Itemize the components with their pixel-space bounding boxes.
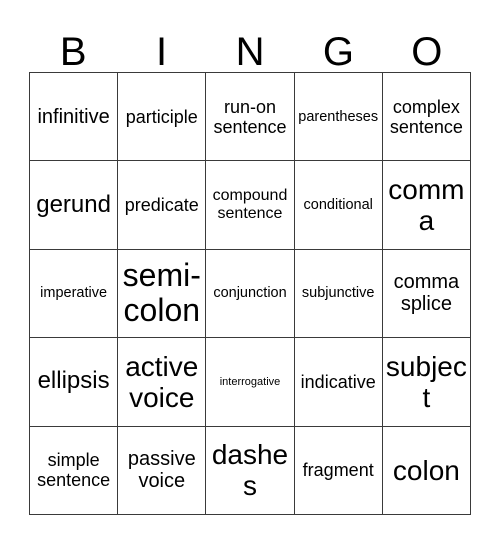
bingo-cell-label: dashes bbox=[211, 438, 289, 502]
bingo-cell-r4-c5[interactable]: subject bbox=[382, 338, 471, 427]
bingo-cell-r2-c1[interactable]: gerund bbox=[30, 161, 119, 250]
bingo-cell-r3-c5[interactable]: comma splice bbox=[382, 249, 471, 339]
bingo-cell-label: ellipsis bbox=[37, 367, 110, 395]
bingo-cell-label: semi-colon bbox=[122, 256, 201, 329]
bingo-cell-r5-c1[interactable]: simple sentence bbox=[30, 426, 119, 515]
bingo-cell-r3-c4[interactable]: subjunctive bbox=[294, 249, 383, 339]
bingo-cell-label: parentheses bbox=[298, 108, 379, 125]
bingo-cell-label: colon bbox=[392, 454, 460, 486]
bingo-header-row: B I N G O bbox=[29, 18, 471, 72]
bingo-cell-label: gerund bbox=[36, 190, 111, 218]
bingo-cell-r1-c3[interactable]: run-on sentence bbox=[206, 73, 295, 162]
bingo-grid: infinitive participle run-on sentence paren… bbox=[29, 72, 471, 515]
bingo-cell-label: comma splice bbox=[393, 271, 460, 316]
bingo-card: B I N G O infinitive participle run-on sen… bbox=[0, 0, 500, 544]
bingo-cell-label: complex sentence bbox=[389, 96, 463, 137]
bingo-cell-label: interrogative bbox=[219, 375, 281, 388]
bingo-header-letter-g: G bbox=[294, 18, 382, 72]
bingo-cell-r5-c5[interactable]: colon bbox=[382, 426, 471, 515]
bingo-header-letter-b: B bbox=[29, 18, 117, 72]
header-letter-text: I bbox=[156, 30, 168, 74]
bingo-cell-label: run-on sentence bbox=[213, 96, 287, 137]
bingo-cell-r3-c3[interactable]: conjunction bbox=[206, 249, 295, 339]
bingo-cell-label: indicative bbox=[300, 371, 376, 392]
bingo-cell-r1-c5[interactable]: complex sentence bbox=[382, 73, 471, 162]
bingo-cell-label: passive voice bbox=[127, 447, 196, 493]
bingo-cell-r5-c4[interactable]: fragment bbox=[294, 426, 383, 515]
bingo-cell-r2-c5[interactable]: comma bbox=[382, 161, 471, 250]
bingo-cell-r4-c3[interactable]: interrogative bbox=[206, 338, 295, 427]
bingo-cell-r5-c3[interactable]: dashes bbox=[206, 426, 295, 515]
bingo-cell-label: conjunction bbox=[213, 285, 287, 302]
bingo-cell-label: conditional bbox=[303, 196, 373, 213]
header-letter-text: G bbox=[322, 30, 354, 74]
bingo-cell-r2-c2[interactable]: predicate bbox=[118, 161, 207, 250]
bingo-cell-label: subjunctive bbox=[301, 285, 375, 302]
bingo-cell-label: imperative bbox=[40, 285, 108, 302]
header-letter-text: N bbox=[235, 30, 265, 74]
bingo-cell-r4-c2[interactable]: active voice bbox=[118, 338, 207, 427]
bingo-cell-label: fragment bbox=[302, 460, 374, 481]
bingo-header-letter-i: I bbox=[117, 18, 205, 72]
bingo-cell-r2-c4[interactable]: conditional bbox=[294, 161, 383, 250]
bingo-cell-r3-c2[interactable]: semi-colon bbox=[118, 249, 207, 339]
bingo-cell-r5-c2[interactable]: passive voice bbox=[118, 426, 207, 515]
bingo-cell-r1-c2[interactable]: participle bbox=[118, 73, 207, 162]
bingo-cell-label: simple sentence bbox=[37, 450, 111, 491]
bingo-cell-r4-c1[interactable]: ellipsis bbox=[30, 338, 119, 427]
bingo-cell-label: infinitive bbox=[37, 105, 110, 128]
bingo-cell-label: predicate bbox=[124, 195, 199, 216]
bingo-cell-label: subject bbox=[385, 350, 467, 413]
header-letter-text: B bbox=[59, 30, 87, 74]
bingo-cell-r3-c1[interactable]: imperative bbox=[30, 249, 119, 339]
bingo-cell-r1-c4[interactable]: parentheses bbox=[294, 73, 383, 162]
header-letter-text: O bbox=[411, 30, 443, 74]
bingo-cell-r4-c4[interactable]: indicative bbox=[294, 338, 383, 427]
bingo-header-letter-n: N bbox=[206, 18, 294, 72]
bingo-cell-label: comma bbox=[388, 173, 465, 237]
bingo-header-letter-o: O bbox=[383, 18, 471, 72]
bingo-cell-label: compound sentence bbox=[212, 187, 288, 223]
bingo-cell-r2-c3[interactable]: compound sentence bbox=[206, 161, 295, 250]
bingo-cell-label: participle bbox=[125, 106, 198, 127]
bingo-cell-label: active voice bbox=[125, 350, 199, 413]
bingo-cell-r1-c1[interactable]: infinitive bbox=[30, 73, 119, 162]
